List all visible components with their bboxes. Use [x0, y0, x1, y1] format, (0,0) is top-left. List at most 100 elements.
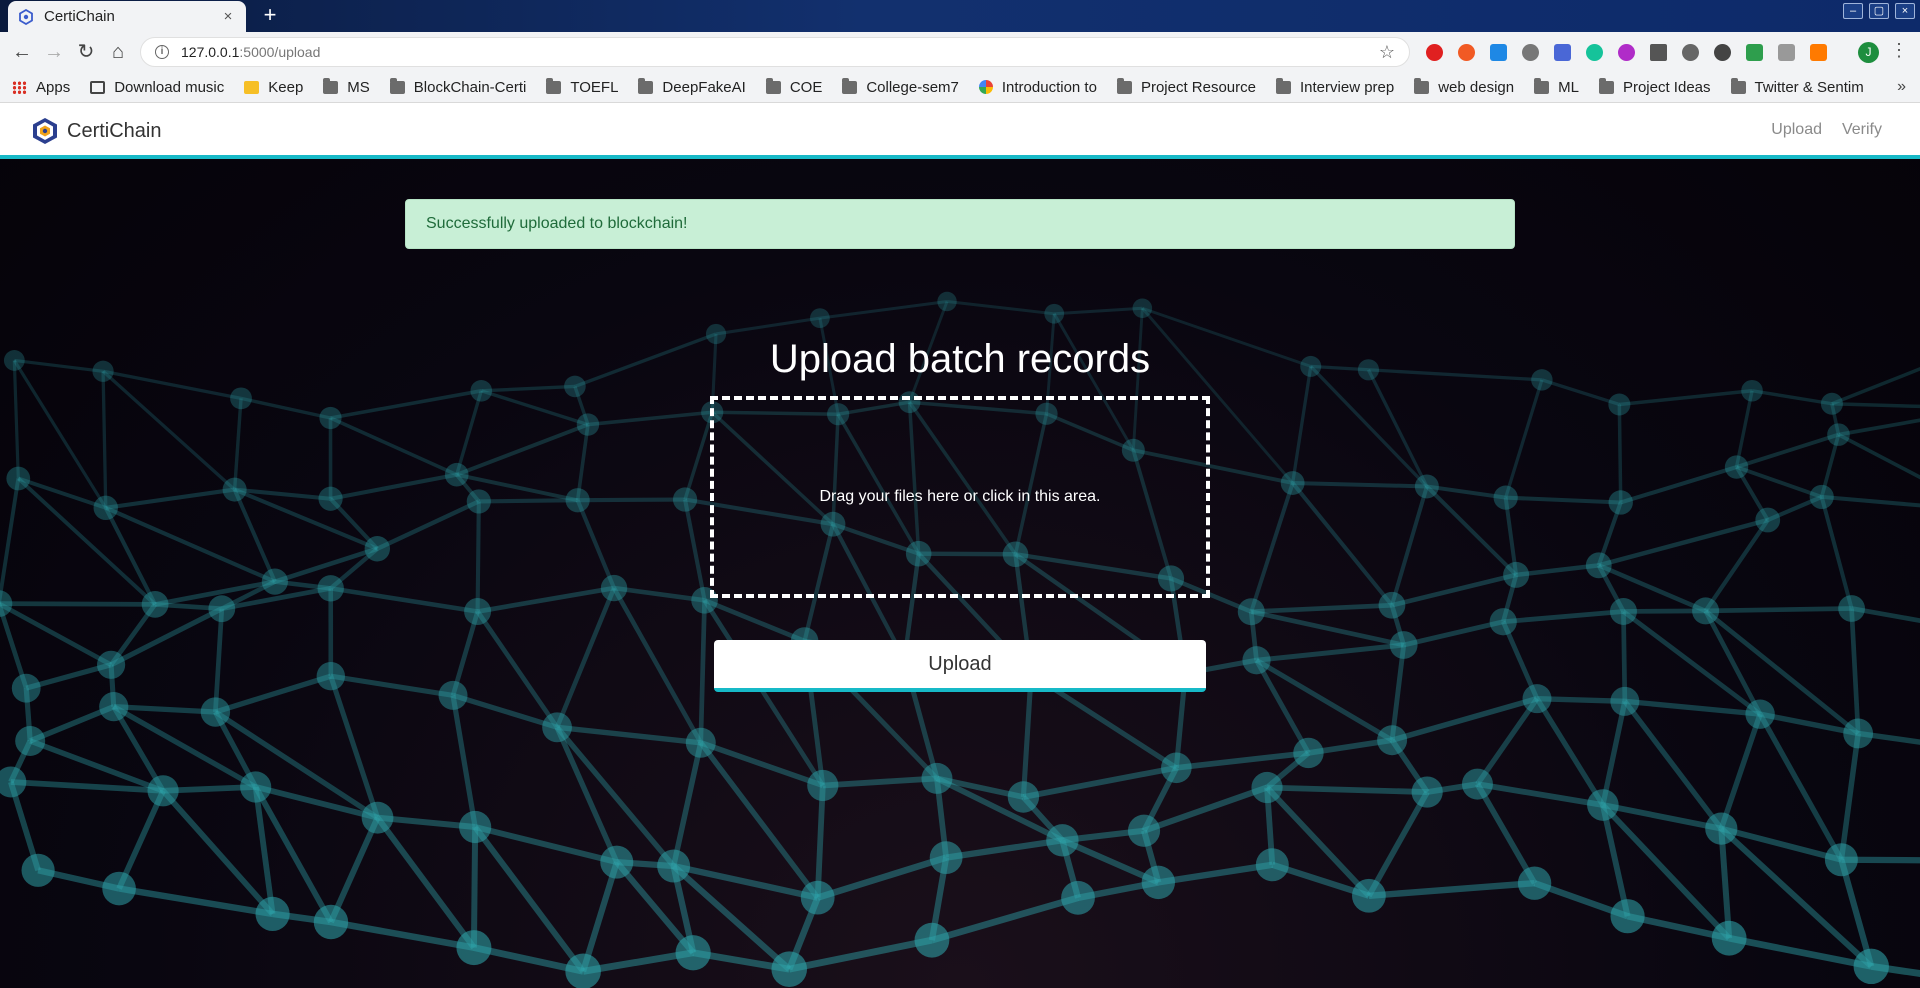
bookmark-coe[interactable]: COE — [765, 77, 822, 96]
bookmark-ms[interactable]: MS — [323, 77, 370, 96]
extension-s-icon[interactable] — [1490, 44, 1507, 61]
mesh-node — [1827, 423, 1850, 446]
mesh-node — [937, 291, 957, 312]
mesh-link — [935, 775, 1064, 843]
bookmark-star-icon[interactable]: ☆ — [1379, 42, 1395, 63]
extension-circle-icon[interactable] — [1522, 44, 1539, 61]
mesh-node — [809, 308, 830, 329]
mesh-link — [1751, 389, 1833, 406]
mesh-link — [1291, 366, 1313, 484]
mesh-link — [945, 837, 1063, 861]
mesh-node — [672, 487, 698, 512]
mesh-node — [1610, 686, 1640, 716]
bookmark-twitter-sentiment[interactable]: Twitter & Sentim — [1730, 77, 1864, 96]
mesh-link — [1503, 609, 1624, 625]
app-navbar: CertiChain Upload Verify — [0, 103, 1920, 159]
home-icon[interactable]: ⌂ — [106, 40, 130, 64]
mesh-link — [1366, 369, 1429, 488]
bookmark-deepfakeai[interactable]: DeepFakeAI — [638, 77, 746, 96]
reload-icon[interactable]: ↻ — [74, 40, 98, 64]
new-tab-button[interactable]: + — [258, 4, 282, 28]
bookmark-introduction-to[interactable]: Introduction to — [978, 79, 1097, 96]
back-arrow-icon[interactable]: ← — [10, 40, 34, 64]
mesh-link — [1705, 606, 1852, 614]
extension-translate-icon[interactable] — [1554, 44, 1571, 61]
mesh-node — [1705, 812, 1738, 845]
extension-target-icon[interactable] — [1714, 44, 1731, 61]
minimize-button[interactable]: – — [1843, 3, 1863, 19]
mesh-node — [1237, 598, 1265, 626]
mesh-node — [230, 387, 252, 410]
extension-vue-icon[interactable] — [1650, 44, 1667, 61]
extension-metamask-icon[interactable] — [1810, 44, 1827, 61]
upload-button[interactable]: Upload — [714, 640, 1206, 692]
url-path: :5000/upload — [239, 44, 321, 60]
extension-grammarly-icon[interactable] — [1586, 44, 1603, 61]
nav-upload-link[interactable]: Upload — [1771, 121, 1822, 139]
bookmark-toefl[interactable]: TOEFL — [546, 77, 618, 96]
bookmark-blockchain-certi[interactable]: BlockChain-Certi — [389, 77, 526, 96]
certichain-favicon-icon — [19, 8, 33, 25]
mesh-node — [565, 488, 590, 513]
mesh-link — [1838, 733, 1861, 861]
mesh-link — [1600, 700, 1628, 806]
mesh-link — [1831, 401, 1920, 409]
folder-icon — [765, 77, 781, 94]
mesh-link — [1624, 698, 1761, 717]
bookmark-web-design[interactable]: web design — [1414, 77, 1514, 96]
profile-avatar[interactable]: J — [1858, 42, 1879, 63]
forward-arrow-icon[interactable]: → — [42, 40, 66, 64]
site-info-icon[interactable]: i — [155, 45, 169, 59]
brand-link[interactable]: CertiChain — [32, 117, 161, 145]
mesh-link — [475, 610, 560, 729]
bookmark-project-ideas[interactable]: Project Ideas — [1598, 77, 1711, 96]
extension-box-icon[interactable] — [1778, 44, 1795, 61]
bookmark-ml[interactable]: ML — [1534, 77, 1579, 96]
mesh-node — [1853, 948, 1889, 985]
nav-verify-link[interactable]: Verify — [1842, 121, 1882, 139]
bookmarks-overflow-icon[interactable]: » — [1897, 78, 1906, 96]
mesh-link — [1838, 418, 1920, 437]
mesh-link — [1176, 750, 1309, 771]
file-dropzone[interactable]: Drag your files here or click in this ar… — [710, 396, 1210, 598]
mesh-node — [1824, 843, 1858, 877]
mesh-node — [1692, 597, 1720, 625]
mesh-node — [1242, 646, 1271, 675]
bookmark-college-sem7[interactable]: College-sem7 — [842, 77, 959, 96]
extension-mail-icon[interactable] — [1746, 44, 1763, 61]
bookmark-apps[interactable]: Apps — [12, 79, 70, 96]
mesh-node — [1007, 781, 1040, 813]
mesh-link — [1390, 485, 1429, 606]
extension-opera-icon[interactable] — [1426, 44, 1443, 61]
mesh-link — [109, 606, 223, 668]
tab-close-icon[interactable]: × — [220, 8, 236, 25]
bookmark-keep[interactable]: Keep — [244, 79, 303, 96]
success-alert: Successfully uploaded to blockchain! — [405, 199, 1515, 249]
mesh-node — [21, 853, 55, 887]
mesh-link — [1474, 782, 1538, 885]
folder-icon — [323, 77, 339, 94]
browser-menu-icon[interactable]: ⋮ — [1890, 40, 1908, 61]
bookmark-interview-prep[interactable]: Interview prep — [1276, 77, 1394, 96]
mesh-node — [147, 775, 179, 807]
mesh-link — [822, 775, 938, 789]
extension-dots-icon[interactable] — [1618, 44, 1635, 61]
address-bar[interactable]: i 127.0.0.1 :5000/upload ☆ — [140, 37, 1410, 67]
mesh-node — [255, 896, 290, 932]
mesh-link — [1292, 481, 1427, 489]
close-window-button[interactable]: × — [1895, 3, 1915, 19]
mesh-link — [330, 586, 478, 614]
mesh-link — [587, 410, 713, 427]
image-icon — [90, 80, 106, 94]
restore-button[interactable]: ▢ — [1869, 3, 1889, 19]
folder-icon — [1414, 77, 1430, 94]
bookmark-project-resource[interactable]: Project Resource — [1116, 77, 1256, 96]
mesh-node — [1517, 866, 1552, 900]
browser-tab-certichain[interactable]: CertiChain × — [8, 1, 246, 32]
extension-react-icon[interactable] — [1682, 44, 1699, 61]
extension-fire-icon[interactable] — [1458, 44, 1475, 61]
bookmark-download-music[interactable]: Download music — [90, 79, 224, 96]
mesh-link — [698, 600, 707, 743]
mesh-link — [1849, 608, 1861, 734]
mesh-link — [330, 472, 458, 501]
